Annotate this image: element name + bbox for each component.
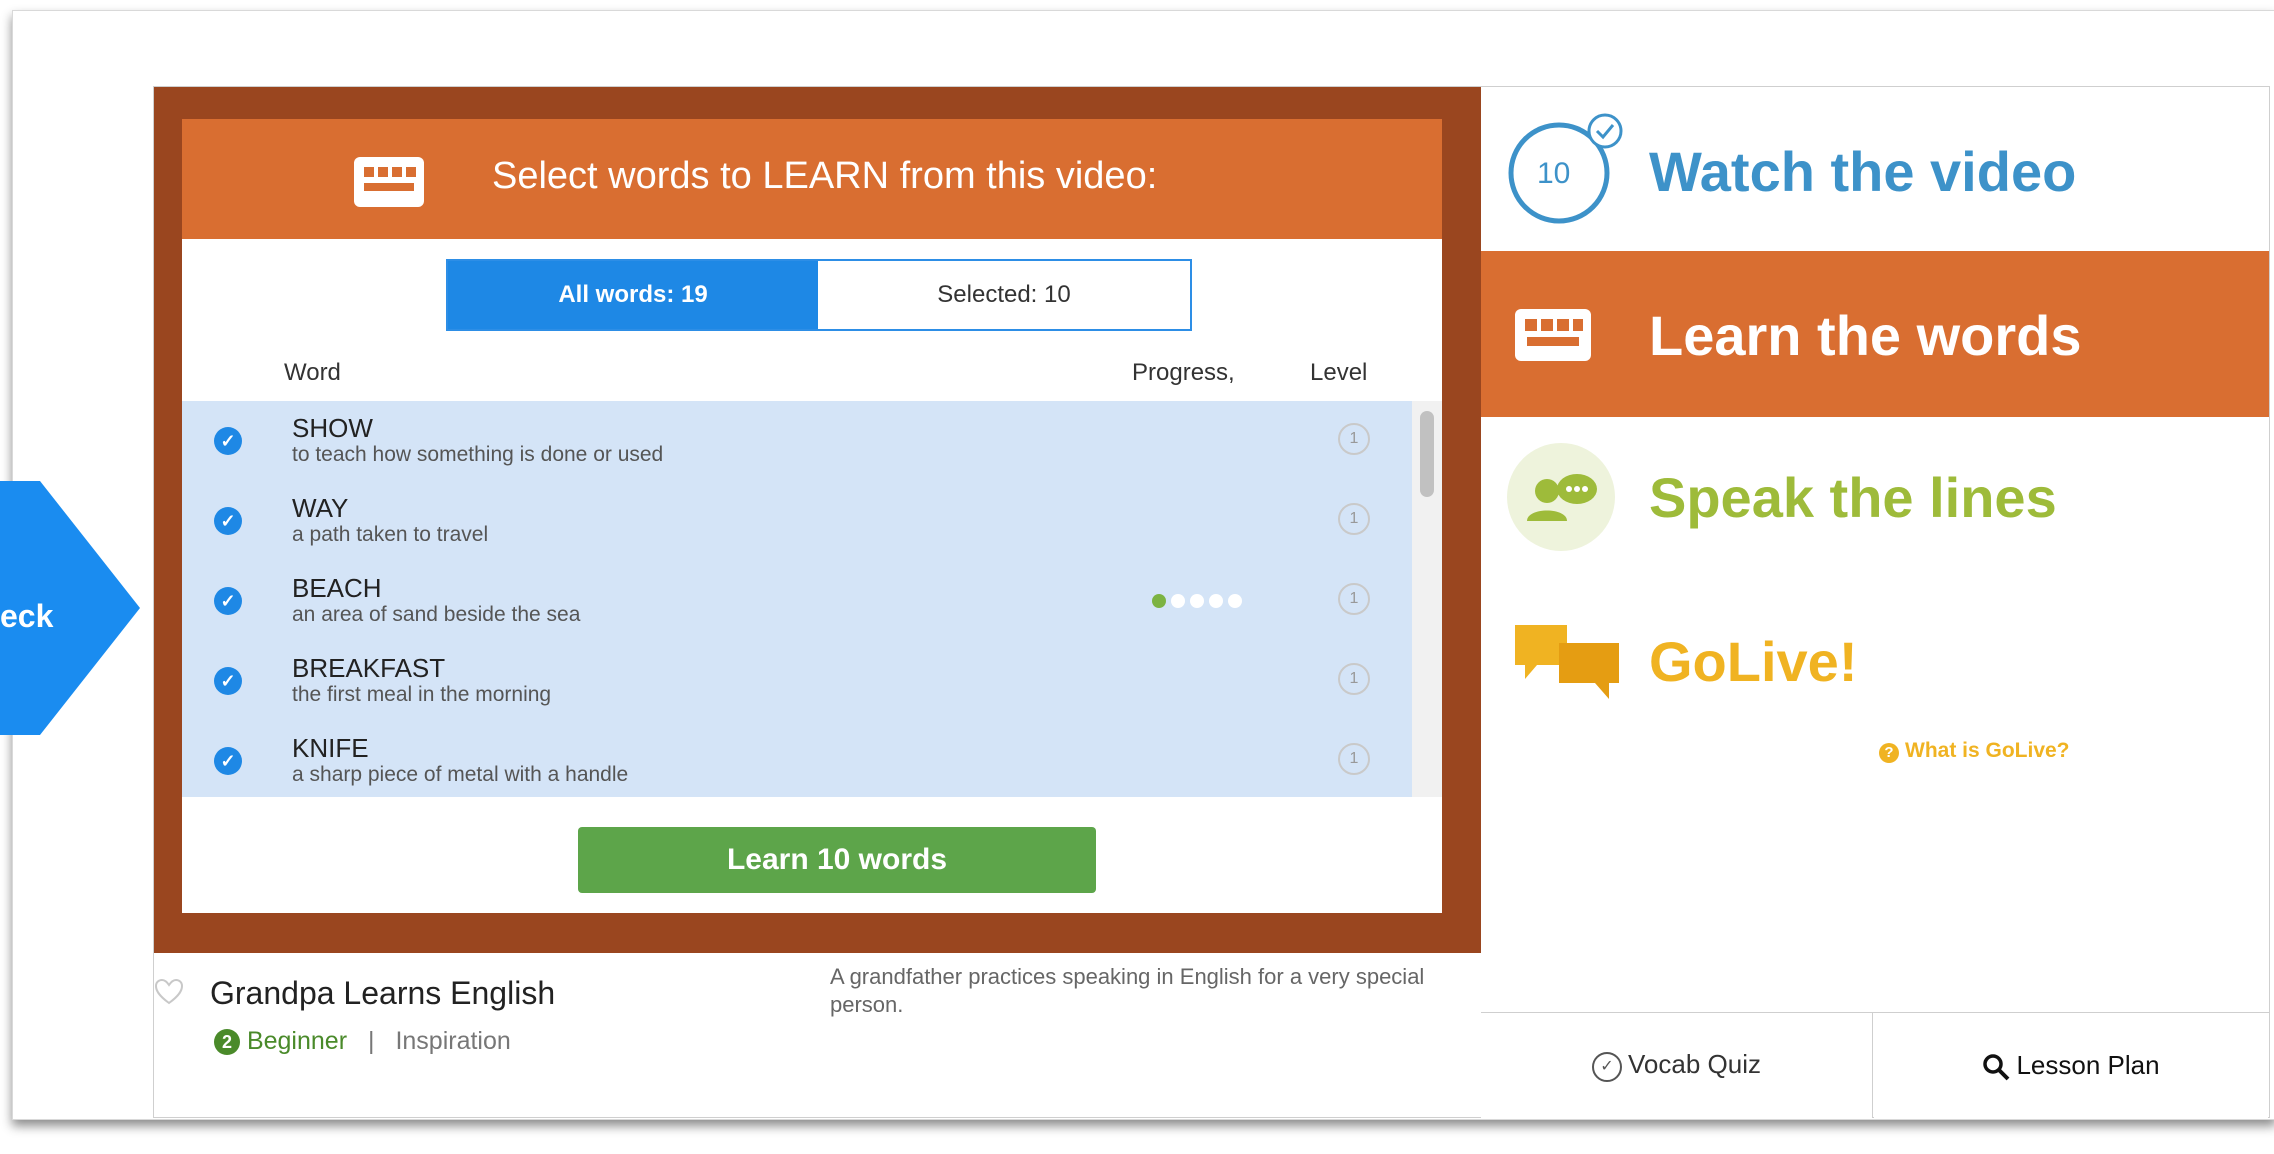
level-number-badge: 2 [214, 1029, 240, 1056]
meta-separator: | [367, 1027, 375, 1055]
tab-all-words[interactable]: All words: 19 [448, 261, 818, 329]
panel-title: Select words to LEARN from this video: [492, 155, 1158, 197]
word-definition: to teach how something is done or used [292, 443, 664, 466]
step-golive[interactable]: GoLive! [1481, 577, 2269, 743]
vocab-quiz-button[interactable]: ✓ Vocab Quiz [1481, 1013, 1873, 1118]
step-learn-words[interactable]: Learn the words [1481, 251, 2269, 417]
column-header-progress: Progress, [1132, 359, 1235, 386]
level-badge: 1 [1338, 663, 1370, 695]
video-card: Select words to LEARN from this video: A… [153, 86, 1483, 1118]
speech-people-icon [1507, 443, 1615, 551]
column-header-level: Level [1310, 359, 1368, 386]
video-meta: 2 Beginner | Inspiration [214, 1027, 511, 1056]
checkmark-icon[interactable]: ✓ [214, 587, 242, 615]
keyboard-icon [1515, 309, 1591, 361]
level-badge: 1 [1338, 583, 1370, 615]
checkmark-icon[interactable]: ✓ [214, 747, 242, 775]
checkmark-icon[interactable]: ✓ [214, 507, 242, 535]
vocab-quiz-label: Vocab Quiz [1628, 1049, 1761, 1080]
word-title: BEACH [292, 573, 382, 603]
scrollbar-thumb[interactable] [1420, 411, 1434, 497]
level-label[interactable]: Beginner [247, 1027, 347, 1055]
word-row[interactable]: ✓ WAY a path taken to travel 1 [182, 481, 1412, 561]
word-definition: a path taken to travel [292, 523, 489, 546]
word-definition: an area of sand beside the sea [292, 603, 581, 626]
word-row[interactable]: ✓ BEACH an area of sand beside the sea 1 [182, 561, 1412, 641]
column-header-word: Word [284, 359, 341, 386]
search-icon [1983, 1054, 2010, 1081]
what-is-golive-link[interactable]: ? What is GoLive? [1879, 739, 2070, 763]
category-label[interactable]: Inspiration [395, 1027, 510, 1055]
step-watch-label: Watch the video [1649, 140, 2077, 203]
steps-sidebar: 10 Watch the video Learn the words Speak… [1481, 86, 2270, 1118]
word-row[interactable]: ✓ KNIFE a sharp piece of metal with a ha… [182, 721, 1412, 797]
lesson-plan-label: Lesson Plan [2016, 1049, 2160, 1080]
word-filter-tabs: All words: 19 Selected: 10 [446, 259, 1192, 331]
step-speak-label: Speak the lines [1649, 466, 2057, 529]
checkmark-icon[interactable]: ✓ [214, 667, 242, 695]
word-definition: a sharp piece of metal with a handle [292, 763, 629, 786]
step-watch-video[interactable]: 10 Watch the video [1481, 87, 2269, 253]
step-golive-label: GoLive! [1649, 630, 1858, 693]
bottom-actions: ✓ Vocab Quiz Lesson Plan [1481, 1012, 2269, 1118]
keyboard-icon [354, 157, 424, 207]
step-speak-lines[interactable]: Speak the lines [1481, 413, 2269, 579]
panel-header: Select words to LEARN from this video: [182, 119, 1442, 239]
level-badge: 1 [1338, 743, 1370, 775]
video-title[interactable]: Grandpa Learns English [210, 975, 555, 1012]
chat-bubbles-icon [1515, 625, 1619, 699]
check-circle-icon: ✓ [1592, 1051, 1622, 1082]
word-title: BREAKFAST [292, 653, 446, 683]
word-title: KNIFE [292, 733, 369, 763]
word-row[interactable]: ✓ SHOW to teach how something is done or… [182, 401, 1412, 481]
word-title: WAY [292, 493, 349, 523]
word-title: SHOW [292, 413, 373, 443]
learn-words-button[interactable]: Learn 10 words [578, 827, 1096, 893]
word-list-body: ✓ SHOW to teach how something is done or… [182, 401, 1412, 797]
learn-panel-frame: Select words to LEARN from this video: A… [154, 87, 1482, 953]
what-is-golive-text: What is GoLive? [1905, 739, 2070, 762]
video-description: A grandfather practices speaking in Engl… [830, 964, 1425, 1017]
word-row[interactable]: ✓ BREAKFAST the first meal in the mornin… [182, 641, 1412, 721]
lesson-plan-button[interactable]: Lesson Plan [1874, 1013, 2268, 1118]
learn-panel: Select words to LEARN from this video: A… [182, 119, 1442, 913]
level-badge: 1 [1338, 423, 1370, 455]
help-icon: ? [1879, 743, 1899, 763]
level-badge: 1 [1338, 503, 1370, 535]
progress-dots [1152, 594, 1247, 608]
watch-badge-number: 10 [1537, 157, 1571, 190]
checkmark-icon[interactable]: ✓ [214, 427, 242, 455]
word-list: ✓ SHOW to teach how something is done or… [182, 401, 1442, 797]
tab-selected-words[interactable]: Selected: 10 [818, 261, 1190, 329]
side-arrow-label[interactable]: eck [0, 598, 53, 635]
word-definition: the first meal in the morning [292, 683, 552, 706]
heart-icon[interactable] [154, 977, 184, 1007]
step-learn-label: Learn the words [1649, 304, 2082, 367]
